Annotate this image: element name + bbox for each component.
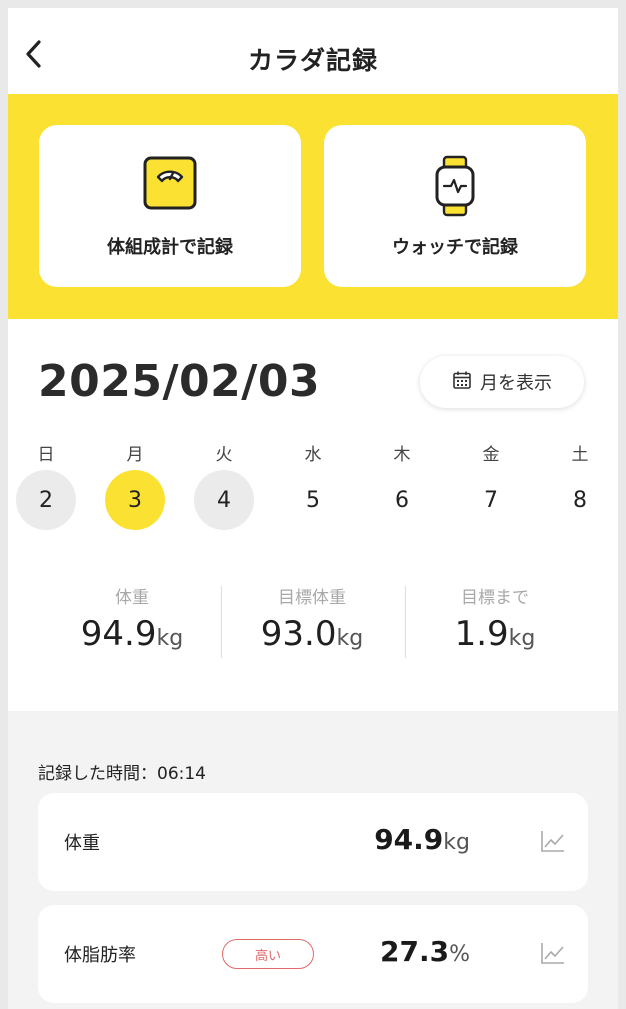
stat-unit: kg [336, 626, 364, 651]
calendar-day[interactable]: 6 [372, 470, 432, 530]
header: カラダ記録 [8, 8, 618, 94]
recorded-time: 記録した時間：06:14 [38, 764, 206, 784]
calendar-day[interactable]: 8 [550, 470, 610, 530]
line-chart-icon[interactable] [540, 941, 566, 969]
status-badge: 高い [222, 939, 314, 969]
show-month-button[interactable]: 月を表示 [420, 356, 584, 408]
record-name: 体重 [64, 833, 100, 854]
to-target-stat: 目標まで 1.9kg [405, 583, 585, 654]
calendar-day[interactable]: 2 [16, 470, 76, 530]
selected-date: 2025/02/03 [38, 356, 321, 407]
record-unit: kg [443, 830, 470, 855]
record-value: 94.9 [374, 823, 444, 856]
calendar-day-selected[interactable]: 3 [105, 470, 165, 530]
stat-value: 94.9 [80, 614, 157, 654]
smartwatch-icon [433, 155, 477, 221]
record-unit: % [449, 942, 470, 967]
stat-value: 93.0 [260, 614, 337, 654]
stat-unit: kg [156, 626, 184, 651]
body-fat-record-card[interactable]: 体脂肪率 高い 27.3% [38, 905, 588, 1003]
stat-value: 1.9 [454, 614, 509, 654]
stat-label: 目標体重 [278, 588, 346, 608]
record-name: 体脂肪率 [64, 945, 136, 966]
watch-record-label: ウォッチで記録 [392, 237, 518, 258]
watch-record-card[interactable]: ウォッチで記録 [324, 125, 586, 287]
calendar-icon [452, 370, 472, 394]
line-chart-icon[interactable] [540, 829, 566, 857]
weekday-label: 火 [215, 445, 233, 465]
record-value: 27.3 [380, 935, 450, 968]
stat-unit: kg [508, 626, 536, 651]
weight-record-card[interactable]: 体重 94.9kg [38, 793, 588, 891]
target-weight-stat: 目標体重 93.0kg [222, 583, 402, 654]
weekday-label: 木 [393, 445, 411, 465]
weekday-label: 月 [126, 445, 144, 465]
calendar-day[interactable]: 7 [461, 470, 521, 530]
calendar-day[interactable]: 4 [194, 470, 254, 530]
current-weight-stat: 体重 94.9kg [42, 583, 222, 654]
show-month-label: 月を表示 [480, 373, 552, 394]
page-title: カラダ記録 [247, 46, 378, 75]
stat-label: 体重 [115, 588, 149, 608]
record-options-panel: 体組成計で記録 ウォッチで記録 [8, 94, 618, 319]
records-section: 記録した時間：06:14 体重 94.9kg 体脂肪率 高い 27.3% [8, 711, 618, 1009]
weekday-label: 金 [482, 445, 500, 465]
app-screen: カラダ記録 体組成計で記録 ウォッチで記録 2025/02/03 月を表示 日 … [8, 8, 618, 1009]
calendar-day[interactable]: 5 [283, 470, 343, 530]
stat-label: 目標まで [461, 588, 529, 608]
weekday-label: 水 [304, 445, 322, 465]
weekday-label: 土 [571, 445, 589, 465]
scale-icon [142, 155, 198, 215]
weekday-label: 日 [37, 445, 55, 465]
body-scale-record-card[interactable]: 体組成計で記録 [39, 125, 301, 287]
body-scale-record-label: 体組成計で記録 [107, 237, 233, 258]
